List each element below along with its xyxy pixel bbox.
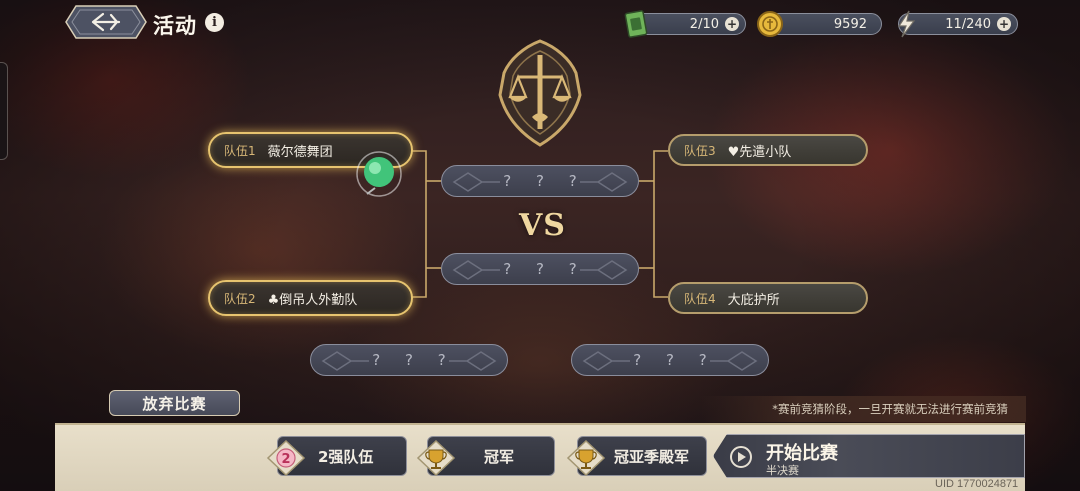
notice-text: *赛前竞猜阶段，一旦开赛就无法进行赛前竞猜 (700, 396, 1026, 422)
ornament-icon (449, 351, 497, 371)
team-label: 队伍1 (224, 143, 256, 158)
team-name: 薇尔德舞团 (267, 144, 333, 160)
touch-cursor-icon (356, 151, 402, 197)
unknown-result-text: ? ? ? (633, 351, 717, 369)
team-3-card[interactable]: 队伍3 ♥先遣小队 (668, 134, 868, 166)
back-arrow-icon (91, 12, 121, 32)
play-icon (730, 446, 752, 468)
versus-label: VS (519, 208, 566, 243)
badge-number: 2 (281, 452, 290, 467)
unknown-result-text: ? ? ? (372, 351, 456, 369)
number-badge-icon: 2 (266, 440, 306, 476)
user-id: UID 1770024871 (935, 478, 1019, 490)
semifinal-slot-1[interactable]: ? ? ? (441, 165, 639, 197)
tab-top-2[interactable]: 2 2强队伍 (266, 436, 407, 476)
ornament-icon (710, 351, 758, 371)
team-2-card[interactable]: 队伍2 ♣倒吊人外勤队 (208, 280, 413, 316)
team-label: 队伍3 (684, 143, 716, 158)
team-label: 队伍4 (684, 291, 716, 306)
tab-label: 2强队伍 (318, 447, 374, 466)
ornament-icon (452, 260, 500, 280)
team-name: ♣倒吊人外勤队 (267, 292, 358, 308)
tab-label: 冠亚季殿军 (614, 447, 690, 466)
unknown-result-text: ? ? ? (503, 172, 587, 190)
start-subtitle: 半决赛 (766, 464, 799, 477)
team-name: ♥先遣小队 (727, 144, 792, 160)
team-4-card[interactable]: 队伍4 大庇护所 (668, 282, 868, 314)
unknown-result-text: ? ? ? (503, 260, 587, 278)
ornament-icon (452, 172, 500, 192)
third-place-slot[interactable]: ? ? ? (310, 344, 508, 376)
ornament-icon (582, 351, 630, 371)
ornament-icon (580, 260, 628, 280)
team-label: 队伍2 (224, 291, 256, 306)
trophy-icon (566, 440, 606, 476)
fourth-place-slot[interactable]: ? ? ? (571, 344, 769, 376)
abandon-match-button[interactable]: 放弃比赛 (109, 390, 240, 416)
tab-label: 冠军 (484, 447, 515, 466)
trophy-icon (416, 440, 456, 476)
tab-champion[interactable]: 冠军 (416, 436, 555, 476)
ornament-icon (321, 351, 369, 371)
team-name: 大庇护所 (727, 292, 780, 308)
ornament-icon (580, 172, 628, 192)
start-match-button[interactable]: 开始比赛 半决赛 (713, 434, 1025, 478)
tab-top-four[interactable]: 冠亚季殿军 (566, 436, 707, 476)
semifinal-slot-2[interactable]: ? ? ? (441, 253, 639, 285)
